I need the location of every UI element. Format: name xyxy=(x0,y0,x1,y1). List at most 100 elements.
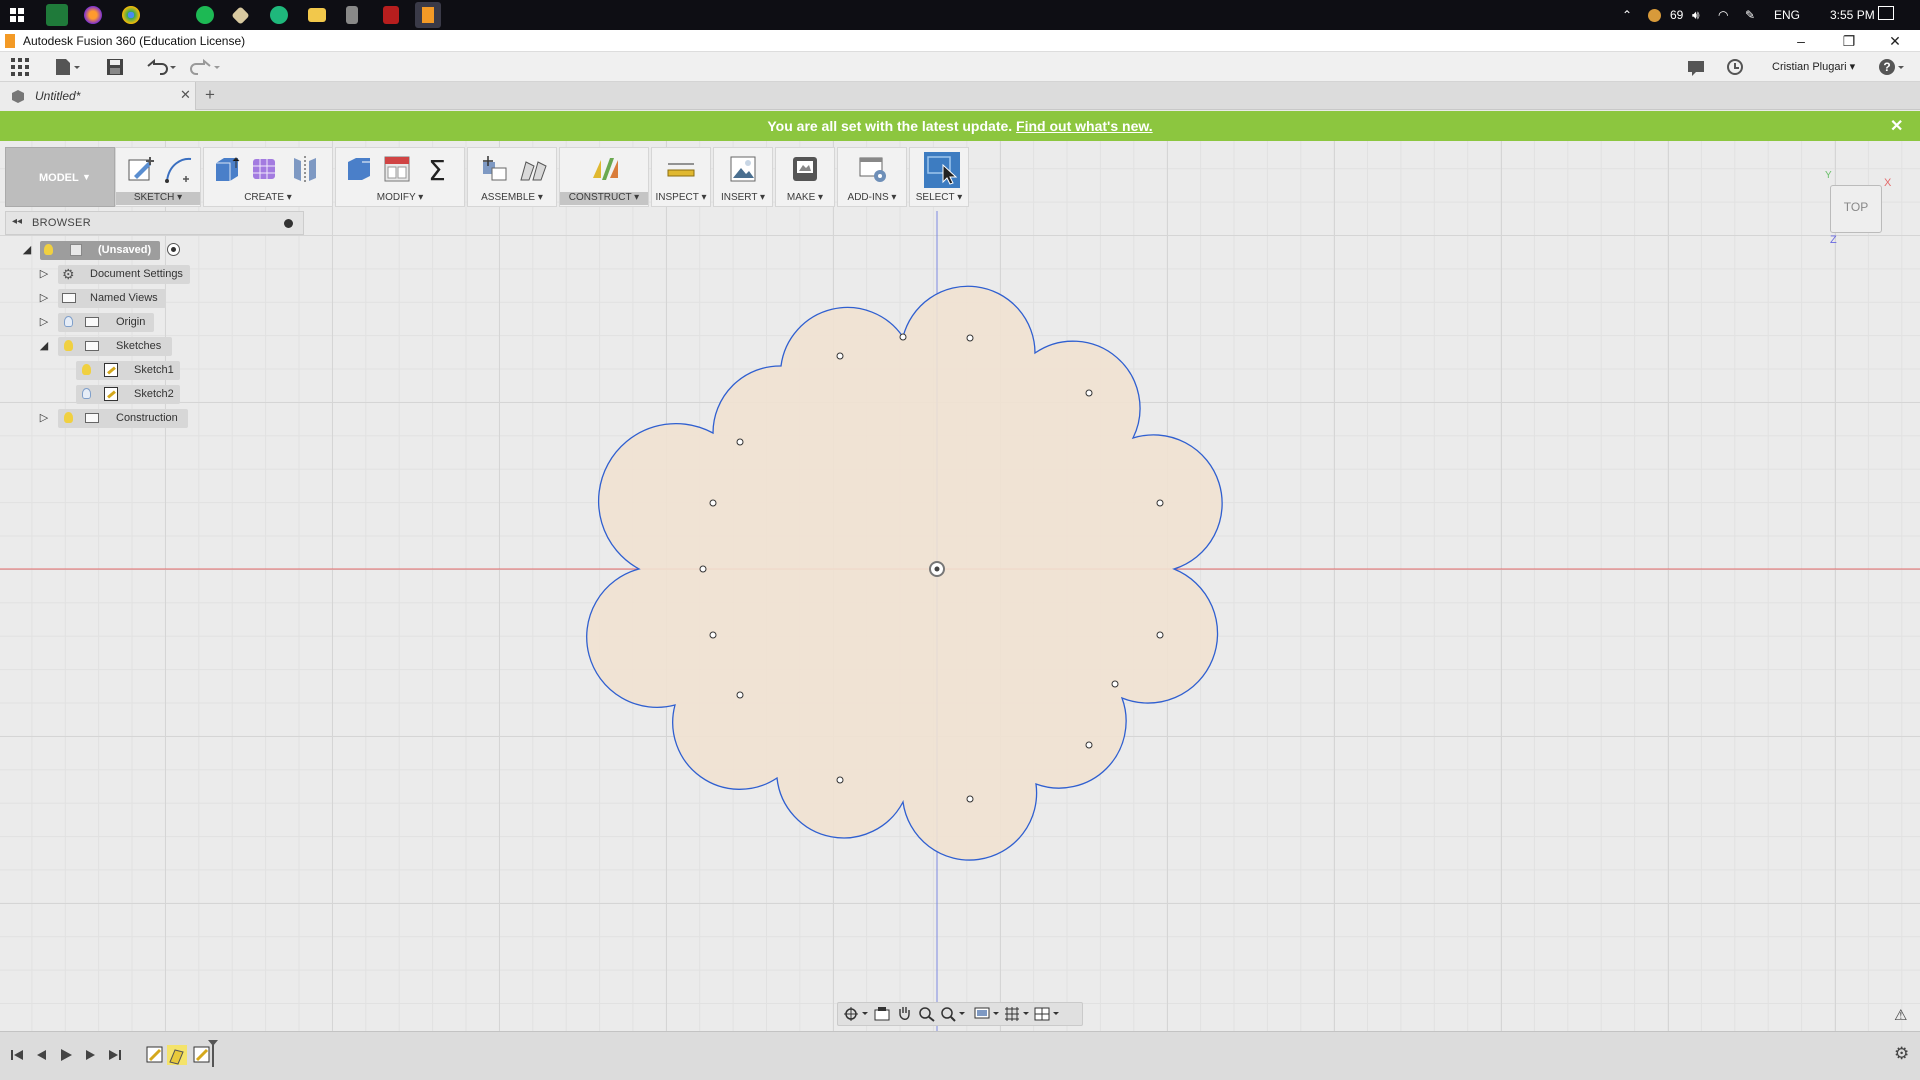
weather-icon[interactable] xyxy=(1648,9,1661,22)
timeline-sketch1-icon[interactable] xyxy=(145,1045,165,1065)
browser-pin-icon[interactable] xyxy=(284,219,293,228)
help-icon[interactable]: ? xyxy=(1878,58,1906,76)
language-indicator[interactable]: ENG xyxy=(1774,0,1800,30)
restore-button[interactable]: ❐ xyxy=(1834,31,1864,51)
git-icon[interactable] xyxy=(231,6,250,25)
spreadsheet-icon[interactable] xyxy=(46,4,68,26)
visibility-bulb-off-icon[interactable] xyxy=(82,388,91,399)
shell-icon[interactable] xyxy=(382,154,412,184)
activate-radio-icon[interactable] xyxy=(167,243,180,256)
calculator-icon[interactable] xyxy=(346,6,358,24)
make-group[interactable]: MAKE ▾ xyxy=(775,147,835,207)
job-status-clock-icon[interactable] xyxy=(1726,58,1744,76)
notifications-panel-icon[interactable] xyxy=(1687,58,1705,76)
visibility-bulb-icon[interactable] xyxy=(44,244,53,255)
close-tab-icon[interactable]: ✕ xyxy=(180,87,191,103)
insert-group[interactable]: INSERT ▾ xyxy=(713,147,773,207)
extrude-icon[interactable] xyxy=(212,154,242,184)
visibility-bulb-icon[interactable] xyxy=(64,340,73,351)
go-to-end-icon[interactable] xyxy=(107,1047,123,1063)
arrow-app-icon[interactable] xyxy=(270,6,288,24)
addins-group[interactable]: ADD-INS ▾ xyxy=(837,147,907,207)
3d-print-icon[interactable] xyxy=(790,154,820,184)
tree-item-sketch1[interactable]: Sketch1 xyxy=(0,360,200,380)
visibility-bulb-icon[interactable] xyxy=(64,412,73,423)
warning-icon[interactable]: ⚠ xyxy=(1894,1006,1907,1024)
design-canvas[interactable] xyxy=(0,141,1920,1031)
new-component-icon[interactable] xyxy=(480,154,510,184)
browser-panel-header[interactable]: ◂◂ BROWSER xyxy=(5,211,304,235)
clock[interactable]: 3:55 PM xyxy=(1830,0,1875,30)
expanded-triangle-icon[interactable]: ◢ xyxy=(37,339,51,353)
timeline-marker-icon[interactable] xyxy=(208,1040,218,1068)
scripts-addins-icon[interactable] xyxy=(858,154,888,184)
create-group[interactable]: CREATE ▾ xyxy=(203,147,333,207)
expand-triangle-icon[interactable]: ▷ xyxy=(37,411,51,425)
offset-plane-icon[interactable] xyxy=(590,154,620,184)
expand-triangle-icon[interactable]: ▷ xyxy=(37,267,51,281)
tree-item-origin[interactable]: ▷ Origin xyxy=(0,312,200,332)
pen-icon[interactable]: ✎ xyxy=(1745,0,1755,30)
viewcube-face-label[interactable]: TOP xyxy=(1831,200,1881,214)
grid-settings-icon[interactable] xyxy=(1004,1006,1030,1022)
assemble-group[interactable]: ASSEMBLE ▾ xyxy=(467,147,557,207)
file-menu-icon[interactable] xyxy=(55,58,81,76)
sketch-group[interactable]: SKETCH ▾ xyxy=(115,147,201,207)
create-sketch-icon[interactable] xyxy=(126,154,156,184)
expand-triangle-icon[interactable]: ▷ xyxy=(37,315,51,329)
inspect-group[interactable]: INSPECT ▾ xyxy=(651,147,711,207)
tree-root[interactable]: ◢ (Unsaved) xyxy=(0,240,200,260)
document-tab[interactable]: Untitled* ✕ xyxy=(0,82,196,110)
start-icon[interactable] xyxy=(10,8,24,22)
look-at-icon[interactable] xyxy=(873,1006,891,1022)
insert-image-icon[interactable] xyxy=(728,154,758,184)
collapse-browser-icon[interactable]: ◂◂ xyxy=(12,216,22,227)
workspace-switcher[interactable]: MODEL ▼ xyxy=(5,147,115,207)
fit-zoom-icon[interactable] xyxy=(940,1006,966,1022)
zoom-icon[interactable] xyxy=(918,1006,936,1022)
joint-icon[interactable] xyxy=(518,154,548,184)
new-tab-button[interactable]: + xyxy=(205,85,215,105)
file-explorer-icon[interactable] xyxy=(308,8,326,22)
pan-hand-icon[interactable] xyxy=(896,1006,914,1022)
display-settings-icon[interactable] xyxy=(974,1006,1000,1022)
timeline-settings-gear-icon[interactable]: ⚙ xyxy=(1894,1044,1909,1064)
form-icon[interactable] xyxy=(250,154,280,184)
play-icon[interactable] xyxy=(58,1047,74,1063)
tree-item-document-settings[interactable]: ▷ ⚙ Document Settings xyxy=(0,264,200,284)
spline-icon[interactable] xyxy=(164,154,194,184)
visibility-bulb-off-icon[interactable] xyxy=(64,316,73,327)
volume-icon[interactable]: 🔊︎ xyxy=(1692,0,1700,30)
parameters-sigma-icon[interactable]: Σ xyxy=(422,154,452,184)
step-back-icon[interactable] xyxy=(34,1047,50,1063)
expand-triangle-icon[interactable]: ▷ xyxy=(37,291,51,305)
tree-item-sketch2[interactable]: Sketch2 xyxy=(0,384,200,404)
select-cursor-icon[interactable] xyxy=(924,152,960,188)
tree-item-named-views[interactable]: ▷ Named Views xyxy=(0,288,200,308)
mirror-icon[interactable] xyxy=(290,154,320,184)
timeline-plane-icon[interactable] xyxy=(167,1045,187,1065)
go-to-start-icon[interactable] xyxy=(9,1047,25,1063)
visibility-bulb-icon[interactable] xyxy=(82,364,91,375)
viewports-icon[interactable] xyxy=(1034,1006,1060,1022)
spotify-icon[interactable] xyxy=(196,6,214,24)
minimize-button[interactable]: – xyxy=(1786,31,1816,51)
expanded-triangle-icon[interactable]: ◢ xyxy=(20,243,34,257)
origin-point[interactable] xyxy=(929,561,945,577)
save-icon[interactable] xyxy=(106,58,124,76)
sketch-geometry[interactable] xyxy=(0,141,1920,1031)
modify-group[interactable]: Σ MODIFY ▾ xyxy=(335,147,465,207)
press-pull-icon[interactable] xyxy=(344,154,374,184)
scalloped-profile[interactable] xyxy=(586,285,1223,861)
select-group[interactable]: SELECT ▾ xyxy=(909,147,969,207)
user-account-menu[interactable]: Cristian Plugari ▾ xyxy=(1772,60,1855,73)
close-window-button[interactable]: ✕ xyxy=(1880,31,1910,51)
close-banner-icon[interactable]: ✕ xyxy=(1890,116,1903,136)
data-panel-grid-icon[interactable] xyxy=(11,58,29,76)
measure-ruler-icon[interactable] xyxy=(666,154,696,184)
notifications-icon[interactable] xyxy=(1878,6,1894,20)
orbit-icon[interactable] xyxy=(843,1006,869,1022)
undo-icon[interactable] xyxy=(146,58,178,76)
tree-item-construction[interactable]: ▷ Construction xyxy=(0,408,200,428)
fusion360-icon[interactable] xyxy=(415,2,441,28)
